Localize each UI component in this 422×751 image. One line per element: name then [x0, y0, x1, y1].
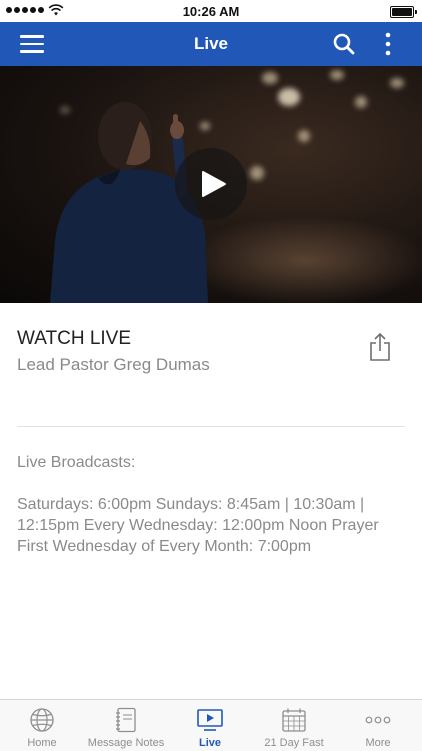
content-divider	[17, 426, 405, 427]
overflow-menu-button[interactable]	[380, 32, 396, 56]
schedule-line: 12:15pm Every Wednesday: 12:00pm Noon Pr…	[17, 517, 379, 534]
search-button[interactable]	[332, 32, 356, 56]
tab-label: Message Notes	[87, 737, 165, 749]
status-bar: 10:26 AM	[0, 0, 422, 22]
page-title: Live	[193, 34, 229, 53]
battery-icon	[390, 6, 417, 18]
tab-message-notes[interactable]: Message Notes	[84, 700, 168, 751]
content-subtitle: Lead Pastor Greg Dumas	[17, 355, 210, 374]
tab-label: Live	[198, 737, 221, 749]
tab-label: Home	[27, 737, 57, 749]
schedule-line: Saturdays: 6:00pm Sundays: 8:45am | 10:3…	[17, 496, 365, 513]
globe-icon	[30, 708, 54, 732]
tab-bar: Home Message Notes Live 21 Day Fast More	[0, 699, 422, 751]
calendar-icon	[282, 708, 306, 732]
content-title: WATCH LIVE	[17, 328, 132, 349]
more-dots-icon	[365, 716, 391, 724]
tab-label: More	[365, 737, 391, 749]
broadcast-schedule: Live Broadcasts: Saturdays: 6:00pm Sunda…	[17, 452, 407, 557]
vertical-dots-icon	[385, 32, 391, 56]
notebook-icon	[116, 707, 136, 733]
tab-more[interactable]: More	[336, 700, 420, 751]
tab-label: 21 Day Fast	[264, 737, 324, 749]
navigation-bar: Live	[0, 22, 422, 66]
share-button[interactable]	[368, 332, 392, 362]
status-time: 10:26 AM	[182, 4, 240, 19]
tab-home[interactable]: Home	[0, 700, 84, 751]
tab-live[interactable]: Live	[168, 700, 252, 751]
live-video-player[interactable]	[0, 66, 422, 303]
tab-21-day-fast[interactable]: 21 Day Fast	[252, 700, 336, 751]
schedule-heading: Live Broadcasts:	[17, 454, 136, 471]
tv-play-icon	[197, 709, 223, 731]
share-icon	[370, 332, 390, 361]
play-button[interactable]	[175, 148, 247, 220]
schedule-line: First Wednesday of Every Month: 7:00pm	[17, 538, 312, 555]
search-icon	[333, 33, 355, 55]
play-icon	[202, 171, 226, 197]
